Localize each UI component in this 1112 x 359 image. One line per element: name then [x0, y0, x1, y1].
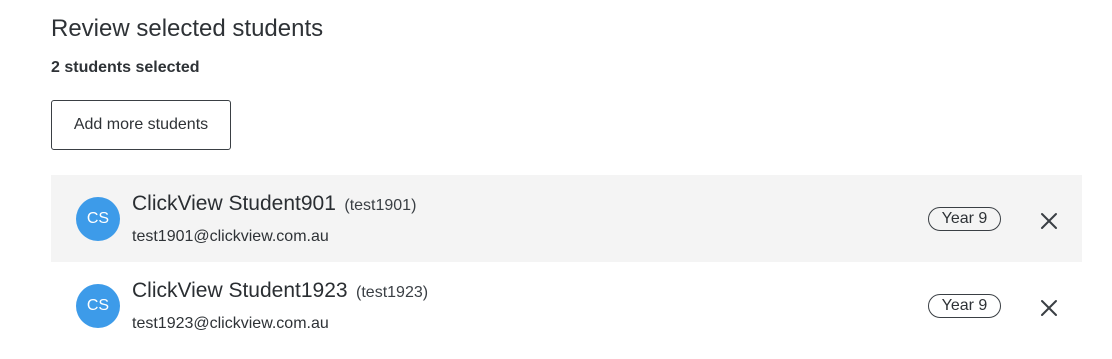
page-title: Review selected students [51, 15, 324, 42]
close-icon [1041, 300, 1057, 316]
add-more-students-button[interactable]: Add more students [51, 100, 231, 150]
student-row: CS ClickView Student1923 (test1923) test… [51, 262, 1082, 349]
avatar: CS [76, 197, 120, 241]
year-badge: Year 9 [928, 207, 1001, 231]
student-email: test1923@clickview.com.au [132, 315, 329, 332]
student-row: CS ClickView Student901 (test1901) test1… [51, 175, 1082, 262]
student-list: CS ClickView Student901 (test1901) test1… [51, 175, 1082, 349]
close-icon [1041, 213, 1057, 229]
student-name: ClickView Student1923 [132, 279, 348, 302]
student-username: (test1923) [356, 284, 429, 301]
student-name: ClickView Student901 [132, 192, 336, 215]
remove-student-button[interactable] [1034, 206, 1064, 232]
year-badge: Year 9 [928, 294, 1001, 318]
student-email: test1901@clickview.com.au [132, 228, 329, 245]
student-name-line: ClickView Student1923 (test1923) [132, 278, 428, 306]
avatar: CS [76, 284, 120, 328]
selected-count: 2 students selected [51, 59, 200, 76]
student-name-line: ClickView Student901 (test1901) [132, 191, 416, 219]
remove-student-button[interactable] [1034, 293, 1064, 319]
student-username: (test1901) [344, 197, 417, 214]
